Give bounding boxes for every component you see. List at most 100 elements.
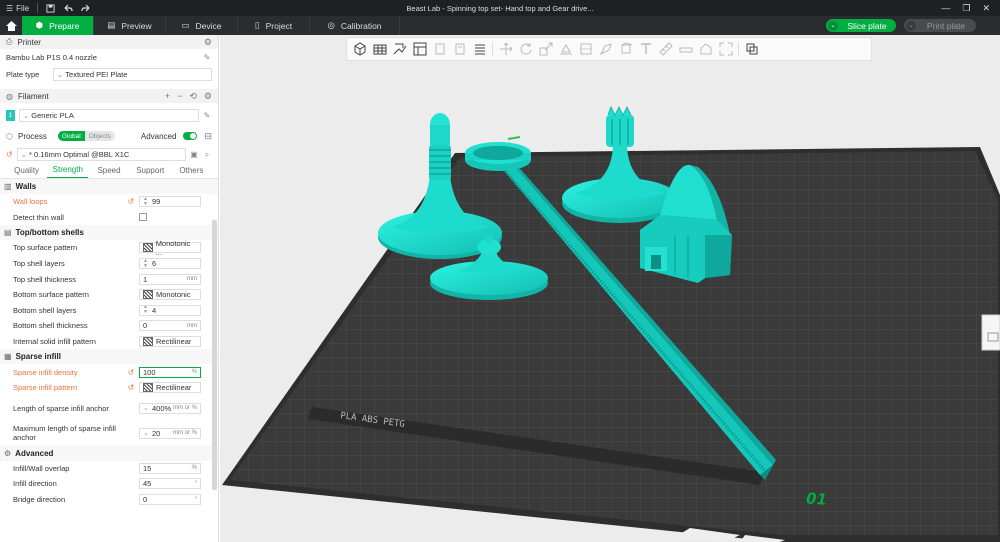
copy-icon[interactable]: [432, 42, 447, 57]
3d-viewport[interactable]: PLA ABS PETG 01: [220, 35, 1000, 542]
bottom-shell-layers-input[interactable]: ▲ ▼ 4: [139, 304, 201, 316]
text-tool-icon[interactable]: [638, 42, 653, 57]
sync-icon[interactable]: ⟲: [189, 91, 197, 102]
bridge-direction-input[interactable]: 0 °: [139, 494, 201, 506]
reset-icon[interactable]: ↺: [123, 197, 139, 206]
stepper-icon[interactable]: ▲ ▼: [143, 305, 149, 315]
home-icon[interactable]: [0, 16, 22, 35]
bottom-shell-thickness-label: Bottom shell thickness: [13, 321, 88, 331]
printer-selector[interactable]: Bambu Lab P1S 0.4 nozzle: [6, 51, 199, 64]
minimize-icon[interactable]: —: [941, 3, 950, 14]
arrange-icon[interactable]: [412, 42, 427, 57]
chevron-down-icon[interactable]: ⌄: [828, 20, 838, 31]
measure-icon[interactable]: [658, 42, 673, 57]
tab-calibration[interactable]: ◎ Calibration: [310, 16, 400, 35]
build-scene[interactable]: PLA ABS PETG: [220, 35, 1000, 542]
add-object-icon[interactable]: [352, 42, 367, 57]
stepper-icon[interactable]: ▲ ▼: [143, 258, 149, 269]
close-icon[interactable]: ✕: [982, 3, 990, 14]
chevron-down-icon[interactable]: ⌄: [906, 20, 916, 31]
subtab-strength[interactable]: Strength: [47, 165, 89, 178]
tab-preview[interactable]: ▤ Preview: [94, 16, 166, 35]
cut-icon[interactable]: [578, 42, 593, 57]
subtab-quality[interactable]: Quality: [6, 166, 47, 178]
auto-orient-icon[interactable]: [392, 42, 407, 57]
settings-sidebar: ⎙ Printer ⚙ Bambu Lab P1S 0.4 nozzle ✎ P…: [0, 35, 219, 542]
assembly-icon[interactable]: [678, 42, 693, 57]
stepper-icon[interactable]: ▲ ▼: [143, 196, 149, 207]
top-shell-layers-input[interactable]: ▲ ▼ 6: [139, 258, 201, 270]
global-option[interactable]: Global: [57, 131, 85, 141]
chevron-down-icon[interactable]: ⌄: [143, 405, 149, 412]
undo-icon[interactable]: [63, 4, 73, 13]
sparse-infill-density-input[interactable]: 100 %: [139, 366, 201, 378]
list-icon[interactable]: [472, 42, 487, 57]
subtab-speed[interactable]: Speed: [88, 166, 129, 178]
infill-direction-input[interactable]: 45 °: [139, 478, 201, 490]
unit-label: mm: [187, 322, 197, 329]
infill-anchor-max-input[interactable]: ⌄ 20 mm or %: [139, 427, 201, 439]
infill-anchor-value: 400%: [152, 403, 172, 413]
top-shell-thickness-input[interactable]: 1 mm: [139, 273, 201, 285]
compare-icon[interactable]: ⊟: [204, 131, 212, 142]
view-icon[interactable]: [744, 42, 759, 57]
reset-icon[interactable]: ↺: [6, 150, 13, 159]
slice-plate-button[interactable]: ⌄ Slice plate: [826, 19, 896, 32]
plus-icon[interactable]: +: [165, 91, 170, 102]
advanced-toggle[interactable]: [183, 132, 198, 140]
search-icon[interactable]: ⌕: [202, 150, 212, 160]
subtab-others[interactable]: Others: [171, 166, 212, 178]
subtab-support[interactable]: Support: [130, 166, 171, 178]
fullscreen-icon[interactable]: [718, 42, 733, 57]
top-shell-thickness-row: Top shell thickness 1 mm: [0, 271, 218, 287]
rotate-icon[interactable]: [518, 42, 533, 57]
filament-select[interactable]: ⌄ Generic PLA: [19, 109, 199, 122]
infill-anchor-input[interactable]: ⌄ 400% mm or %: [139, 402, 201, 414]
support-paint-icon[interactable]: [598, 42, 613, 57]
global-objects-switch[interactable]: Global Objects: [57, 131, 115, 141]
edit-icon[interactable]: ✎: [202, 53, 212, 62]
plate-type-label: Plate type: [6, 69, 40, 79]
bottom-shell-thickness-input[interactable]: 0 mm: [139, 320, 201, 332]
scale-icon[interactable]: [538, 42, 553, 57]
minus-icon[interactable]: −: [177, 91, 182, 102]
restore-icon[interactable]: ❐: [962, 3, 970, 14]
ring-model[interactable]: [465, 142, 531, 171]
move-icon[interactable]: [498, 42, 513, 57]
objects-option[interactable]: Objects: [84, 131, 115, 141]
redo-icon[interactable]: [81, 4, 91, 13]
sparse-infill-pattern-select[interactable]: Rectilinear: [139, 382, 201, 394]
file-menu[interactable]: ☰ File: [6, 4, 29, 13]
infill-wall-overlap-input[interactable]: 15 %: [139, 462, 201, 474]
mesh-boolean-icon[interactable]: [698, 42, 713, 57]
sidebar-scrollbar[interactable]: [212, 220, 217, 490]
lay-on-face-icon[interactable]: [558, 42, 573, 57]
gear-icon[interactable]: ⚙: [204, 37, 212, 48]
wall-loops-input[interactable]: ▲ ▼ 99: [139, 196, 201, 208]
save-icon[interactable]: [46, 3, 55, 13]
detect-thin-wall-checkbox[interactable]: [139, 213, 147, 222]
cube-icon: ⬢: [35, 20, 44, 30]
add-plate-icon[interactable]: [372, 42, 387, 57]
bottom-surface-pattern-select[interactable]: Monotonic: [139, 289, 201, 301]
top-surface-pattern-select[interactable]: Monotonic ...: [139, 239, 201, 257]
paste-icon[interactable]: [452, 42, 467, 57]
seam-paint-icon[interactable]: [618, 42, 633, 57]
reset-icon[interactable]: ↺: [123, 368, 139, 377]
print-plate-button[interactable]: ⌄ Print plate: [904, 19, 976, 32]
plate-type-select[interactable]: ⌄ Textured PEI Plate: [53, 67, 212, 81]
walls-title: Walls: [15, 182, 37, 191]
tab-project[interactable]: ▯ Project: [238, 16, 310, 35]
process-preset-select[interactable]: ⌄ * 0.16mm Optimal @BBL X1C: [16, 148, 186, 161]
hamburger-icon: ☰: [6, 3, 14, 13]
internal-solid-pattern-select[interactable]: Rectilinear: [139, 336, 201, 348]
bottom-surface-pattern-value: Monotonic: [156, 290, 191, 300]
save-preset-icon[interactable]: ▣: [189, 150, 199, 159]
tab-device[interactable]: ▭ Device: [166, 16, 238, 35]
tab-label: Preview: [121, 20, 152, 31]
edit-icon[interactable]: ✎: [202, 111, 212, 120]
chevron-down-icon[interactable]: ⌄: [143, 430, 149, 437]
gear-icon[interactable]: ⚙: [204, 91, 212, 102]
tab-prepare[interactable]: ⬢ Prepare: [22, 16, 94, 35]
reset-icon[interactable]: ↺: [123, 383, 139, 392]
